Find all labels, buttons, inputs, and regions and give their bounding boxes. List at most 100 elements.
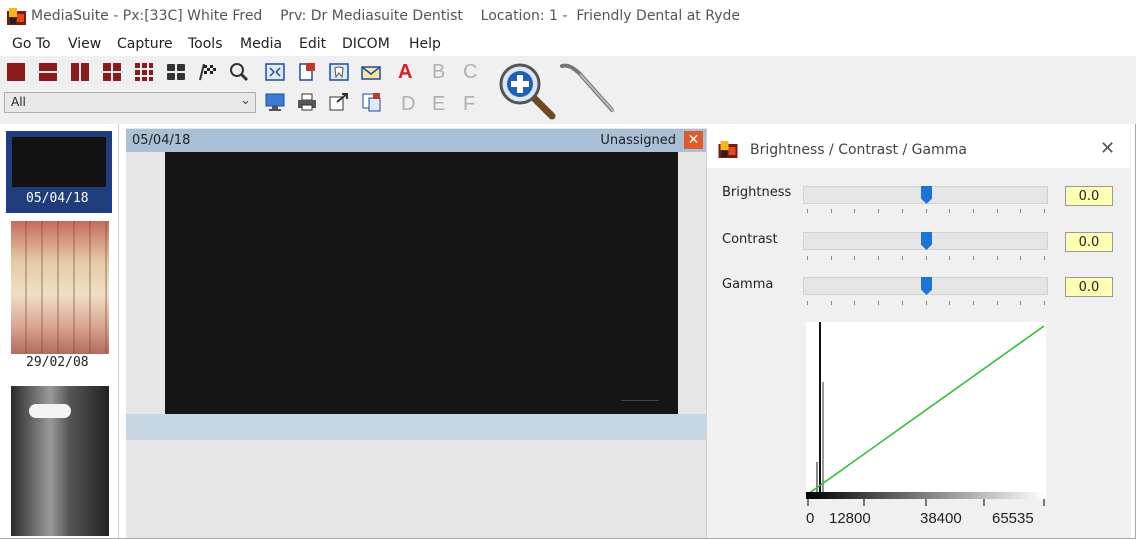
layout-two-rows-icon[interactable]	[38, 62, 58, 82]
layout-grid-icon[interactable]	[134, 62, 154, 82]
menu-edit[interactable]: Edit	[299, 36, 326, 52]
menu-tools[interactable]: Tools	[188, 36, 223, 52]
menu-capture[interactable]: Capture	[117, 36, 173, 52]
slider-tick	[996, 256, 998, 260]
contrast-value[interactable]: 0.0	[1065, 232, 1113, 252]
magnifier-icon[interactable]	[229, 62, 249, 82]
brightness-value[interactable]: 0.0	[1065, 186, 1113, 206]
slider-tick	[925, 256, 927, 260]
slider-tick	[925, 301, 927, 305]
thumbnail-image[interactable]	[11, 221, 109, 354]
copy-document-icon[interactable]	[361, 92, 381, 112]
thumbnail-image[interactable]	[11, 386, 109, 536]
grayscale-bar	[806, 492, 1046, 499]
gamma-ticks	[807, 301, 1045, 305]
slider-tick	[1020, 256, 1022, 260]
slider-tick	[807, 209, 808, 213]
monitor-icon[interactable]	[265, 92, 285, 112]
viewer-header: 05/04/18 Unassigned	[126, 129, 708, 152]
email-icon[interactable]	[361, 62, 381, 82]
slider-tick	[901, 301, 903, 305]
slider-tick	[830, 209, 832, 213]
gamma-value[interactable]: 0.0	[1065, 277, 1113, 297]
export-image-icon[interactable]	[329, 92, 349, 112]
slider-tick	[1020, 209, 1022, 213]
app-logo-icon	[7, 8, 26, 25]
slider-tick	[878, 209, 880, 213]
printer-icon[interactable]	[297, 92, 317, 112]
tone-curve	[807, 325, 1045, 495]
viewer-footer	[126, 414, 708, 440]
layout-single-icon[interactable]	[6, 62, 26, 82]
layout-two-cols-icon[interactable]	[70, 62, 90, 82]
window-title: MediaSuite - Px:[33C] White Fred Prv: Dr…	[31, 8, 740, 24]
slider-tick	[972, 209, 974, 213]
layout-tiles-icon[interactable]	[166, 62, 186, 82]
viewer-date: 05/04/18	[132, 133, 191, 148]
dialog-title: Brightness / Contrast / Gamma	[750, 142, 967, 158]
slider-tick	[878, 256, 880, 260]
annotation-c-button[interactable]: C	[463, 61, 477, 84]
slider-tick	[1044, 256, 1045, 260]
title-bar: MediaSuite - Px:[33C] White Fred Prv: Dr…	[0, 0, 1136, 34]
slider-tick	[949, 209, 951, 213]
histogram-axis-label: 0	[806, 510, 815, 527]
gamma-label: Gamma	[722, 277, 774, 292]
menu-bar: Go To View Capture Tools Media Edit DICO…	[0, 34, 1136, 56]
menu-dicom[interactable]: DICOM	[342, 36, 390, 52]
thumbnail-date: 05/04/18	[26, 191, 89, 206]
slider-tick	[807, 256, 808, 260]
thumbnail-item[interactable]: 05/04/18	[6, 131, 112, 213]
xray-image[interactable]	[165, 152, 678, 414]
menu-help[interactable]: Help	[409, 36, 441, 52]
dental-probe-icon[interactable]	[558, 60, 620, 120]
app-logo-icon	[718, 141, 738, 158]
checkered-flag-icon[interactable]	[198, 62, 218, 82]
slider-tick	[1020, 301, 1022, 305]
tooth-chart-icon[interactable]	[329, 62, 349, 82]
fit-screen-icon[interactable]	[265, 62, 285, 82]
slider-tick	[854, 256, 856, 260]
slider-tick	[949, 301, 951, 305]
slider-tick	[901, 209, 903, 213]
contrast-ticks	[807, 256, 1045, 260]
dialog-close-button[interactable]: ✕	[1100, 138, 1115, 159]
chevron-down-icon: ⌄	[240, 93, 251, 108]
slider-tick	[1044, 301, 1045, 305]
slider-tick	[830, 301, 832, 305]
slider-tick	[925, 209, 927, 213]
thumbnail-date: 29/02/08	[26, 355, 89, 370]
layout-quad-icon[interactable]	[102, 62, 122, 82]
slider-tick	[1044, 209, 1045, 213]
histogram-axis-ticks	[807, 499, 1045, 506]
annotation-b-button[interactable]: B	[432, 61, 445, 84]
brightness-ticks	[807, 209, 1045, 213]
zoom-in-icon[interactable]	[498, 62, 556, 120]
menu-media[interactable]: Media	[240, 36, 282, 52]
slider-tick	[807, 301, 808, 305]
slider-tick	[972, 301, 974, 305]
annotation-e-button[interactable]: E	[432, 93, 445, 116]
annotation-a-button[interactable]: A	[398, 61, 412, 84]
slider-tick	[830, 256, 832, 260]
export-document-icon[interactable]	[297, 62, 317, 82]
histogram-axis-label: 38400	[920, 510, 962, 527]
histogram-panel	[806, 322, 1046, 498]
histogram-axis-label: 65535	[992, 510, 1034, 527]
slider-tick	[854, 301, 856, 305]
slider-tick	[996, 301, 998, 305]
filter-value: All	[11, 95, 26, 109]
viewer-close-button[interactable]: ✕	[684, 131, 703, 149]
slider-tick	[996, 209, 998, 213]
annotation-f-button[interactable]: F	[463, 93, 475, 116]
brightness-label: Brightness	[722, 185, 792, 200]
slider-tick	[972, 256, 974, 260]
slider-tick	[878, 301, 880, 305]
slider-tick	[949, 256, 951, 260]
slider-tick	[901, 256, 903, 260]
menu-goto[interactable]: Go To	[12, 36, 51, 52]
slider-tick	[854, 209, 856, 213]
annotation-d-button[interactable]: D	[401, 93, 415, 116]
menu-view[interactable]: View	[68, 36, 101, 52]
filter-dropdown[interactable]: All ⌄	[4, 92, 256, 113]
